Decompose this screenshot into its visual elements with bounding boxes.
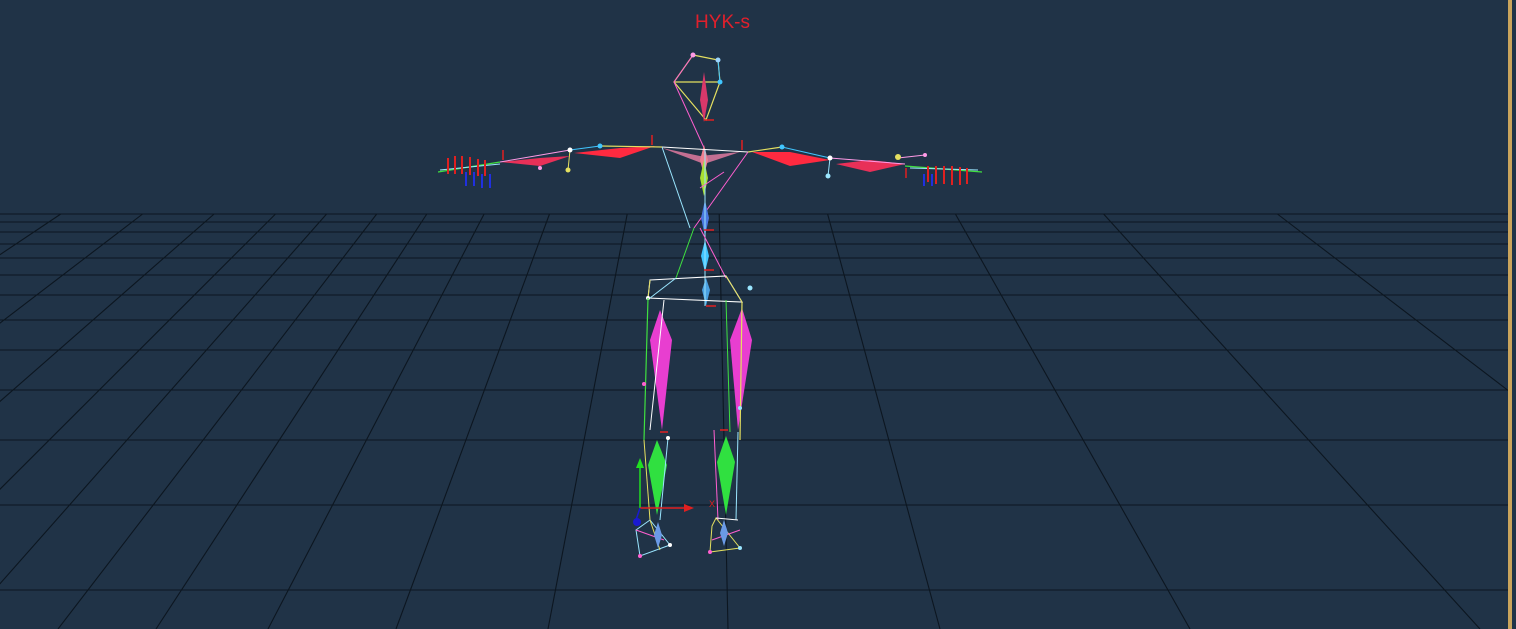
left-arm-bones[interactable] bbox=[499, 143, 663, 173]
right-foot-bones[interactable] bbox=[708, 517, 742, 554]
left-leg-bones[interactable] bbox=[642, 297, 672, 521]
right-leg-bones[interactable] bbox=[713, 299, 752, 521]
gizmo-z-handle-icon[interactable] bbox=[633, 518, 641, 526]
grid-line-depth bbox=[0, 213, 328, 585]
head-bone[interactable] bbox=[673, 52, 723, 151]
grid-line-depth bbox=[57, 213, 378, 629]
gizmo-x-label: X bbox=[709, 499, 715, 509]
right-arm-bones[interactable] bbox=[747, 144, 927, 179]
gizmo-y-arrow-icon[interactable] bbox=[636, 458, 644, 468]
grid-line-depth bbox=[155, 213, 428, 629]
grid-line-depth bbox=[0, 213, 276, 490]
viewport-border bbox=[1508, 0, 1512, 629]
left-foot-bones[interactable] bbox=[635, 519, 672, 558]
grid-line-depth bbox=[0, 213, 215, 403]
grid-line-depth bbox=[827, 213, 941, 629]
right-hand-bones[interactable] bbox=[904, 165, 983, 186]
left-hand-bones[interactable] bbox=[437, 156, 501, 188]
3d-viewport[interactable]: HYK-s X bbox=[0, 0, 1512, 629]
grid-line-depth bbox=[1277, 213, 1512, 395]
scene-canvas[interactable]: X bbox=[0, 0, 1512, 629]
grid-line-depth bbox=[0, 213, 62, 256]
transform-gizmo[interactable]: X bbox=[633, 458, 715, 526]
pelvis-bones[interactable] bbox=[646, 275, 753, 303]
floor-grid bbox=[0, 213, 1512, 629]
grid-line-depth bbox=[954, 213, 1191, 629]
grid-line-depth bbox=[267, 213, 485, 629]
grid-line-depth bbox=[1103, 213, 1481, 629]
spine-bones[interactable] bbox=[675, 150, 727, 306]
grid-line-depth bbox=[395, 213, 551, 629]
grid-line-depth bbox=[547, 213, 628, 629]
grid-line-depth bbox=[0, 213, 143, 324]
